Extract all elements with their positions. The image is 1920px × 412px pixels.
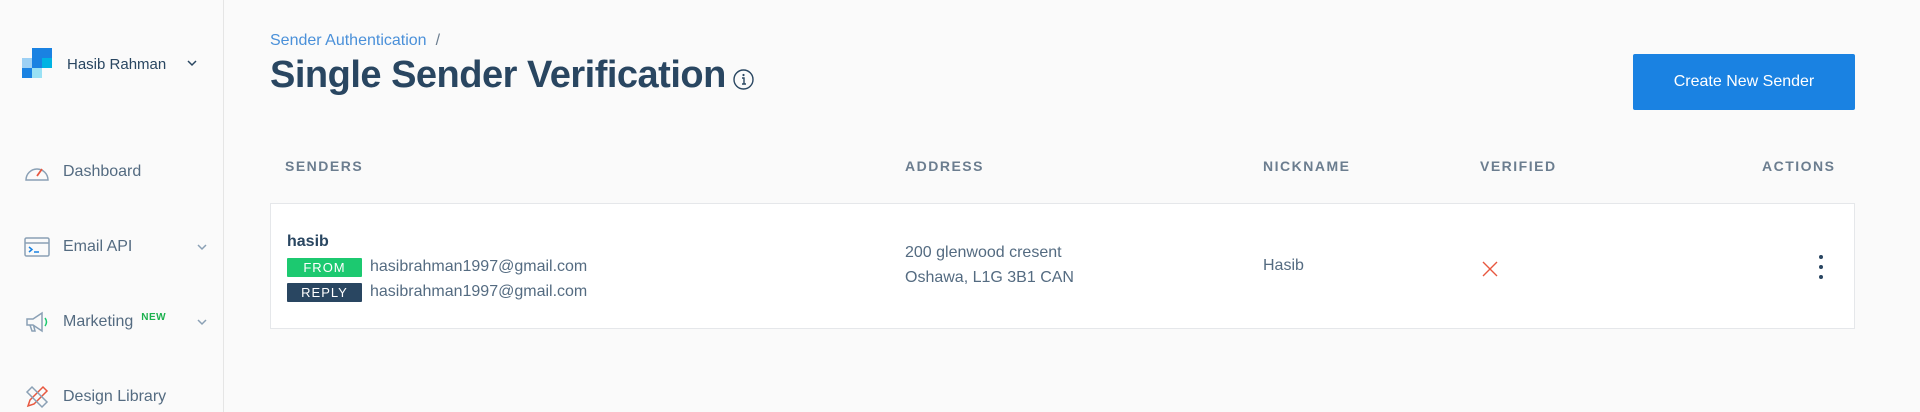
breadcrumb-separator: /: [435, 32, 441, 49]
sidebar-item-label: Marketing: [63, 313, 134, 330]
address-line-2: Oshawa, L1G 3B1 CAN: [905, 269, 1074, 286]
sidebar-item-email-api[interactable]: Email API: [22, 227, 218, 267]
sidebar-item-dashboard[interactable]: Dashboard: [22, 152, 218, 192]
column-header-actions: ACTIONS: [1762, 158, 1836, 174]
reply-tag: REPLY: [287, 282, 362, 302]
create-new-sender-button[interactable]: Create New Sender: [1633, 54, 1855, 110]
breadcrumb: Sender Authentication /: [270, 32, 440, 50]
not-verified-x-icon: [1482, 261, 1498, 277]
chevron-down-icon: [197, 244, 207, 251]
row-actions-menu-icon[interactable]: [1811, 250, 1831, 284]
sidebar-item-label: Email API: [63, 238, 133, 255]
sender-name: hasib: [287, 233, 329, 250]
from-email-line: FROM hasibrahman1997@gmail.com: [287, 257, 587, 277]
gauge-icon: [22, 157, 52, 187]
column-header-address: ADDRESS: [905, 158, 984, 174]
nickname: Hasib: [1263, 257, 1304, 274]
account-switcher[interactable]: Hasib Rahman: [22, 46, 212, 82]
new-badge: NEW: [141, 311, 167, 323]
pencil-ruler-icon: [22, 382, 52, 412]
chevron-down-icon: [187, 60, 197, 67]
chevron-down-icon: [197, 319, 207, 326]
sidebar: Hasib Rahman Dashboard Email API Marketi…: [0, 0, 224, 412]
breadcrumb-link-sender-authentication[interactable]: Sender Authentication: [270, 32, 427, 50]
main-content: Sender Authentication / Single Sender Ve…: [270, 0, 1855, 412]
from-email: hasibrahman1997@gmail.com: [370, 258, 588, 275]
sidebar-item-design-library[interactable]: Design Library: [22, 377, 218, 412]
column-header-verified: VERIFIED: [1480, 158, 1557, 174]
reply-email: hasibrahman1997@gmail.com: [370, 283, 588, 300]
column-header-nickname: NICKNAME: [1263, 158, 1351, 174]
terminal-window-icon: [22, 232, 52, 262]
column-header-senders: SENDERS: [285, 158, 364, 174]
table-row: hasib FROM hasibrahman1997@gmail.com REP…: [270, 203, 1855, 329]
from-tag: FROM: [287, 257, 362, 277]
sidebar-item-label: Dashboard: [63, 163, 142, 180]
page-title: Single Sender Verification: [270, 54, 754, 97]
account-name: Hasib Rahman: [67, 55, 167, 73]
info-icon[interactable]: [733, 69, 754, 90]
sendgrid-logo-icon: [22, 48, 54, 80]
sidebar-item-label: Design Library: [63, 388, 167, 405]
megaphone-icon: [22, 307, 52, 337]
page-title-text: Single Sender Verification: [270, 54, 726, 96]
sidebar-item-marketing[interactable]: Marketing NEW: [22, 302, 218, 342]
address-line-1: 200 glenwood cresent: [905, 244, 1062, 261]
reply-email-line: REPLY hasibrahman1997@gmail.com: [287, 282, 587, 302]
